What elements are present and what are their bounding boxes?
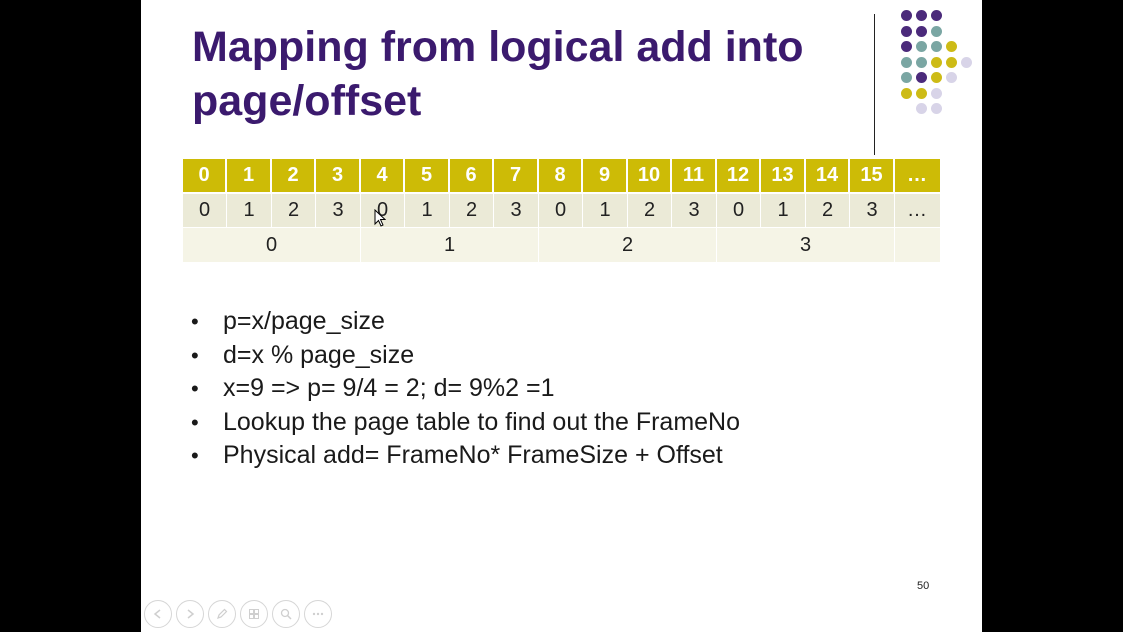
logical-address-cell: 0 [183,159,227,192]
logical-address-cell: 13 [761,159,806,192]
logical-address-cell: 15 [850,159,895,192]
page-number: 50 [917,580,930,592]
offset-cell: 2 [806,194,850,227]
logical-address-cell: 8 [539,159,583,192]
decorative-dot [931,56,942,68]
logical-address-cell: 4 [361,159,405,192]
decorative-dot [931,103,942,114]
bullet-item: d=x % page_size [191,339,740,373]
title-divider [874,14,875,155]
decorative-dot [916,72,927,83]
slide-title: Mapping from logical add into page/offse… [192,23,804,125]
decorative-dot [916,87,927,99]
bullet-item: x=9 => p= 9/4 = 2; d= 9%2 =1 [191,372,740,406]
decorative-dot [931,10,942,21]
offset-cell: 0 [717,194,761,227]
page-number-cell: 1 [361,228,539,262]
logical-address-cell: 9 [583,159,628,192]
slideshow-toolbar [144,600,332,630]
offset-row: 0 1 2 3 0 1 2 3 0 1 2 3 0 1 2 3… [183,194,940,228]
decorative-dot [916,103,927,114]
decorative-dot [901,10,912,21]
decorative-dot [961,56,972,68]
offset-cell: 1 [761,194,806,227]
logical-address-cell: 11 [672,159,717,192]
offset-cell: 3 [494,194,539,227]
more-options-button[interactable] [304,600,332,628]
next-slide-icon [187,609,195,619]
logical-address-cell: 14 [806,159,850,192]
decorative-dot [916,25,927,37]
bullet-item: Physical add= FrameNo* FrameSize + Offse… [191,439,740,473]
decorative-dot [901,87,912,99]
bullet-item: p=x/page_size [191,305,740,339]
logical-address-cell: 5 [405,159,450,192]
more-options-icon [312,612,324,616]
decorative-dot [916,56,927,68]
decorative-dot [901,72,912,83]
offset-cell: 1 [583,194,628,227]
next-slide-button[interactable] [176,600,204,628]
pen-button[interactable] [208,600,236,628]
offset-cell: 1 [227,194,272,227]
decorative-dot [901,41,912,52]
logical-address-cell: 1 [227,159,272,192]
previous-slide-icon [153,609,161,619]
logical-address-cell: 7 [494,159,539,192]
offset-cell: 3 [850,194,895,227]
page-number-cell: 3 [717,228,895,262]
offset-cell: 2 [450,194,494,227]
decorative-dot [931,41,942,52]
decorative-dots-icon [886,10,976,140]
offset-cell: 1 [405,194,450,227]
page-number-cell [895,228,939,262]
decorative-dot [916,41,927,52]
bullet-list: p=x/page_size d=x % page_size x=9 => p= … [191,305,740,473]
offset-cell: 0 [539,194,583,227]
address-mapping-table: 0 1 2 3 4 5 6 7 8 9 10 11 12 13 14 15… 0123012301230123… [183,159,940,262]
decorative-dot [946,41,957,52]
offset-cell: 2 [628,194,672,227]
page-number-cell: 0 [183,228,361,262]
decorative-dot [901,56,912,68]
decorative-dot [931,72,942,83]
offset-cell: 3 [316,194,361,227]
logical-address-cell: 12 [717,159,761,192]
bullet-item: Lookup the page table to find out the Fr… [191,406,740,440]
decorative-dot [946,56,957,68]
logical-address-cell: 2 [272,159,316,192]
pen-icon [217,608,228,619]
mouse-cursor-icon [374,209,386,227]
offset-cell: … [907,199,927,221]
zoom-button[interactable] [272,600,300,628]
logical-address-cell: … [907,164,927,186]
offset-cell: 3 [672,194,717,227]
offset-cell: 2 [272,194,316,227]
page-row: 0123 [183,228,940,262]
decorative-dot [901,25,912,37]
decorative-dot [931,87,942,99]
page-number-cell: 2 [539,228,717,262]
logical-address-cell: 3 [316,159,361,192]
decorative-dot [931,25,942,37]
logical-address-cell: 6 [450,159,494,192]
previous-slide-button[interactable] [144,600,172,628]
decorative-dot [916,10,927,21]
offset-cell: 0 [183,194,227,227]
slide: Mapping from logical add into page/offse… [141,0,982,632]
logical-address-cell: 10 [628,159,672,192]
slides-grid-button[interactable] [240,600,268,628]
slides-grid-icon [249,609,259,619]
logical-address-row: 0 1 2 3 4 5 6 7 8 9 10 11 12 13 14 15… [183,159,940,194]
decorative-dot [946,72,957,83]
zoom-icon [280,608,292,620]
